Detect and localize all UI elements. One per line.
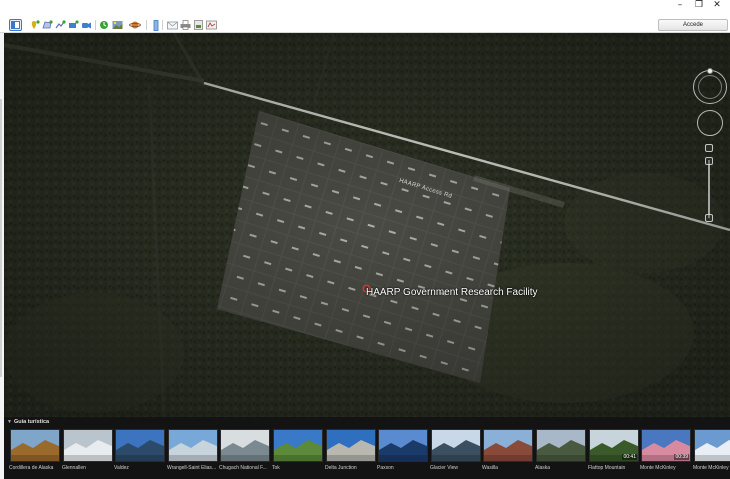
tour-thumbnail[interactable] — [10, 429, 60, 462]
print-button[interactable] — [179, 19, 192, 31]
thumbnail-image — [169, 430, 217, 461]
record-tour-button[interactable] — [80, 19, 93, 31]
title-bar: – ❐ ✕ — [0, 0, 730, 11]
ruler-icon — [153, 19, 158, 31]
zoom-slider-handle[interactable] — [705, 157, 713, 165]
tour-thumbnail-label[interactable]: Glennallen — [62, 465, 114, 471]
add-placemark-icon — [31, 20, 40, 29]
video-duration: 00:41 — [622, 454, 637, 460]
north-button[interactable] — [707, 68, 713, 74]
email-icon — [167, 21, 178, 29]
thumbnail-image — [484, 430, 532, 461]
print-icon — [180, 20, 191, 30]
sign-in-button[interactable]: Accede — [658, 19, 728, 31]
thumbnail-image — [432, 430, 480, 461]
tour-guide-panel: ▼ Guía turística Cordillera de Alaska Glen… — [4, 417, 730, 479]
thumbnail-image — [327, 430, 375, 461]
thumbnail-image — [379, 430, 427, 461]
collapse-triangle-icon: ▼ — [7, 419, 12, 425]
ruler-button[interactable] — [149, 19, 162, 31]
save-image-button[interactable] — [192, 19, 205, 31]
thumbnail-image — [221, 430, 269, 461]
view-in-maps-icon — [206, 20, 217, 30]
thumbnail-image — [64, 430, 112, 461]
google-earth-window: – ❐ ✕ Accede HAARP Access Rd HAARP Gover… — [0, 0, 730, 479]
zoom-out-button[interactable] — [705, 214, 713, 222]
sidebar-toggle-button[interactable] — [9, 19, 22, 31]
tour-thumbnail[interactable] — [273, 429, 323, 462]
tour-thumbnail-label[interactable]: Flattop Mountain — [588, 465, 640, 471]
close-button[interactable]: ✕ — [706, 0, 728, 11]
tour-thumbnail[interactable] — [220, 429, 270, 462]
save-image-icon — [194, 20, 203, 30]
tour-thumbnail-label[interactable]: Alaska — [535, 465, 587, 471]
thumbnail-image — [537, 430, 585, 461]
map-view[interactable]: HAARP Access Rd HAARP Government Researc… — [4, 33, 730, 417]
tour-thumbnail-label[interactable]: Chugach National F... — [219, 465, 271, 471]
view-in-maps-button[interactable] — [205, 19, 218, 31]
video-duration: 00:39 — [674, 454, 689, 460]
tour-thumbnail-label[interactable]: Glacier View — [430, 465, 482, 471]
add-overlay-icon — [69, 20, 79, 28]
zoom-in-button[interactable] — [705, 144, 713, 152]
tour-thumbnail[interactable] — [63, 429, 113, 462]
email-button[interactable] — [166, 19, 179, 31]
tour-thumbnail[interactable]: 00:41 — [589, 429, 639, 462]
tour-thumbnail[interactable] — [115, 429, 165, 462]
place-label[interactable]: HAARP Government Research Facility — [366, 287, 538, 298]
historical-imagery-button[interactable] — [98, 19, 111, 31]
thumbnail-image — [274, 430, 322, 461]
tour-thumbnail[interactable] — [483, 429, 533, 462]
tour-thumbnail-label[interactable]: Valdez — [114, 465, 166, 471]
tour-thumbnail[interactable]: 00:39 — [641, 429, 691, 462]
add-overlay-button[interactable] — [67, 19, 80, 31]
tour-guide-header[interactable]: ▼ Guía turística — [7, 419, 49, 425]
tour-guide-title: Guía turística — [13, 419, 50, 425]
tour-thumbnail-label[interactable]: Tok — [272, 465, 324, 471]
tour-thumbnail[interactable] — [536, 429, 586, 462]
tour-thumbnail[interactable] — [326, 429, 376, 462]
move-ring[interactable] — [697, 110, 723, 136]
thumbnail-image — [695, 430, 730, 461]
historical-imagery-icon — [100, 21, 108, 29]
tour-thumbnail-label[interactable]: Cordillera de Alaska — [9, 465, 61, 471]
planets-icon — [128, 21, 141, 29]
tour-thumbnail-label[interactable]: Wrangell-Saint Elias... — [167, 465, 219, 471]
sunlight-button[interactable] — [111, 19, 124, 31]
tour-thumbnail[interactable] — [168, 429, 218, 462]
add-polygon-button[interactable] — [41, 19, 54, 31]
add-path-icon — [55, 20, 66, 29]
tour-thumbnail-label[interactable]: Wasilla — [482, 465, 534, 471]
navigation-controls — [690, 68, 730, 228]
sidebar-toggle-icon — [11, 21, 20, 29]
tour-thumbnail[interactable] — [694, 429, 730, 462]
satellite-imagery — [4, 33, 730, 417]
sunlight-icon — [112, 21, 123, 29]
thumbnail-image — [116, 430, 164, 461]
zoom-slider[interactable] — [708, 160, 710, 218]
planets-button[interactable] — [128, 19, 141, 31]
tour-thumbnail[interactable] — [431, 429, 481, 462]
thumbnail-image — [11, 430, 59, 461]
toolbar: Accede — [0, 17, 730, 33]
record-tour-icon — [82, 22, 91, 29]
tour-thumbnail-label[interactable]: Monte McKinley — [693, 465, 730, 471]
tour-thumbnail[interactable] — [378, 429, 428, 462]
tour-thumbnail-label[interactable]: Monte McKinley — [640, 465, 692, 471]
add-polygon-icon — [42, 20, 53, 29]
add-placemark-button[interactable] — [28, 19, 41, 31]
add-path-button[interactable] — [54, 19, 67, 31]
tour-thumbnail-label[interactable]: Delta Junction — [325, 465, 377, 471]
tour-thumbnail-label[interactable]: Paxson — [377, 465, 429, 471]
